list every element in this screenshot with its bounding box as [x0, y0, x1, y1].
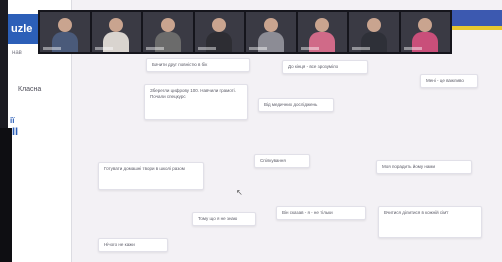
flag-blue-band	[452, 10, 502, 26]
sidebar-item-class[interactable]: Класна	[18, 86, 41, 93]
participant-nametag	[300, 47, 319, 50]
sticky-note[interactable]: Вчитися ділитися в кожній сім'ї	[378, 206, 482, 238]
participant-video-tile[interactable]	[400, 12, 450, 52]
video-participants-strip	[38, 10, 452, 54]
participant-nametag	[249, 47, 267, 50]
participant-avatar	[263, 18, 278, 32]
sticky-note[interactable]: Моя порадить йому нами	[376, 160, 472, 174]
participant-video-tile[interactable]	[91, 12, 141, 52]
participant-video-tile[interactable]	[194, 12, 244, 52]
participant-avatar	[109, 18, 124, 32]
participant-avatar	[418, 18, 433, 32]
sticky-note[interactable]: До кінця - все зрозуміло	[282, 60, 368, 74]
sidebar-item[interactable]: ії	[10, 116, 14, 125]
sticky-note[interactable]: Зберегли цифрову 100. Навчили грамоті. П…	[144, 84, 248, 120]
participant-nametag	[146, 47, 164, 50]
left-edge-panel	[0, 128, 12, 262]
participant-video-tile[interactable]	[143, 12, 193, 52]
participant-nametag	[43, 47, 61, 50]
mouse-cursor-icon: ↖	[236, 188, 243, 197]
participant-video-tile[interactable]	[297, 12, 347, 52]
participant-avatar	[212, 18, 227, 32]
participant-video-tile[interactable]	[349, 12, 399, 52]
participant-nametag	[94, 47, 113, 50]
sticky-note[interactable]: Мені - це важливо	[420, 74, 478, 88]
sidebar-item-active[interactable]: ІІ	[12, 126, 18, 138]
participant-video-tile[interactable]	[40, 12, 90, 52]
sidebar-item[interactable]: нав	[12, 50, 22, 56]
participant-nametag	[352, 47, 370, 50]
participant-avatar	[160, 18, 175, 32]
sticky-note[interactable]: Бачити друг повністю в бік	[146, 58, 250, 72]
sticky-note[interactable]: Готувати домашні твори в школі разом	[98, 162, 204, 190]
participant-nametag	[403, 47, 422, 50]
participant-video-tile[interactable]	[246, 12, 296, 52]
participant-nametag	[197, 47, 216, 50]
participant-avatar	[315, 18, 330, 32]
sticky-note[interactable]: Тому що я не знаю	[192, 212, 256, 226]
whiteboard-canvas[interactable]: Бачити друг повністю в бік До кінця - вс…	[72, 54, 502, 262]
sticky-note[interactable]: Від медичних досліджень	[258, 98, 334, 112]
sticky-note[interactable]: Він сказав - я - не тільки	[276, 206, 366, 220]
flag-banner	[452, 10, 502, 44]
participant-avatar	[57, 18, 72, 32]
sticky-note[interactable]: Спілкування	[254, 154, 310, 168]
sticky-note[interactable]: Нічого не кажи	[98, 238, 168, 252]
participant-avatar	[366, 18, 381, 32]
